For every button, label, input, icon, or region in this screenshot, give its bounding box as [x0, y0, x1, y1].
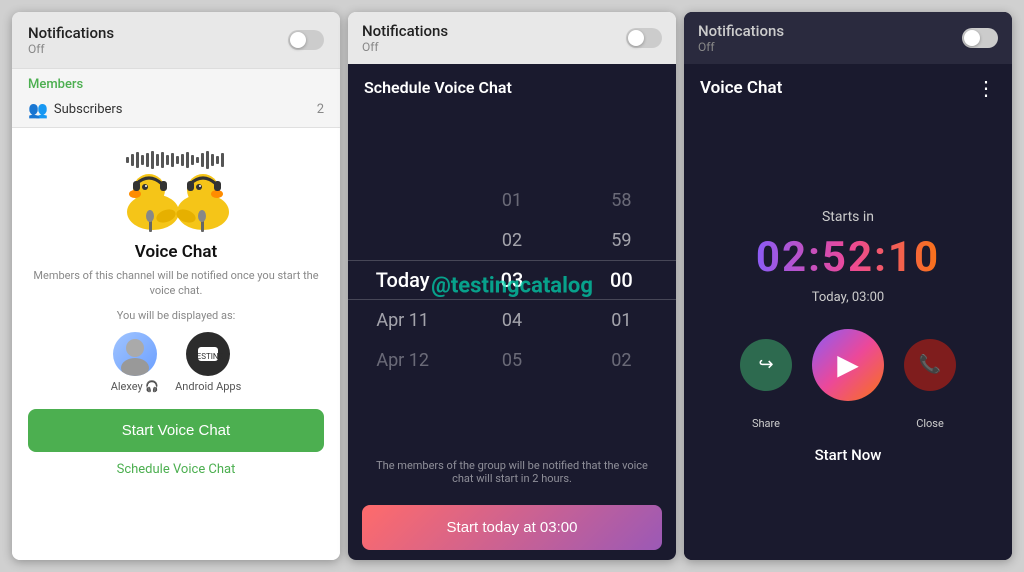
play-button[interactable]: ▶: [812, 329, 884, 401]
duck-illustration: [111, 144, 241, 234]
starts-in-label: Starts in: [822, 209, 874, 225]
picker-date-3: Apr 12: [348, 340, 457, 380]
notifications-title-s1: Notifications: [28, 24, 114, 42]
picker-date-0: [348, 180, 457, 220]
notifications-toggle-s2[interactable]: [626, 28, 662, 48]
voice-chat-title-s3: Voice Chat: [700, 78, 782, 98]
notifications-status-s2: Off: [362, 40, 448, 54]
picker-min-0: 58: [567, 180, 676, 220]
countdown-section: Starts in 02:52:10 Today, 03:00 ↪ ▶ 📞 Sh…: [684, 112, 1012, 560]
screen3: Notifications Off Voice Chat ⋮ Starts in…: [684, 12, 1012, 560]
date-column: Today Apr 11 Apr 12: [348, 180, 457, 380]
close-icon: 📞: [919, 354, 941, 375]
notifications-status-s1: Off: [28, 42, 114, 56]
voice-chat-desc: Members of this channel will be notified…: [28, 268, 324, 299]
notif-header-s1: Notifications Off: [12, 12, 340, 69]
subscribers-label: Subscribers: [54, 102, 123, 117]
action-buttons-row: ↪ ▶ 📞: [740, 329, 956, 401]
avatar-android: TESTING Android Apps: [175, 332, 241, 393]
picker-date-1: [348, 220, 457, 260]
duck-svg: [111, 144, 241, 234]
members-section: Members 👥 Subscribers 2: [12, 69, 340, 128]
minute-column: 58 59 00 01 02: [567, 180, 676, 380]
avatars-row: Alexey 🎧 TESTING Android Apps: [111, 332, 242, 393]
schedule-notice: The members of the group will be notifie…: [348, 449, 676, 495]
start-today-button[interactable]: Start today at 03:00: [362, 505, 662, 550]
voice-chat-title-s1: Voice Chat: [135, 242, 217, 262]
subscribers-row: 👥 Subscribers 2: [28, 92, 324, 119]
avatar-alexey: Alexey 🎧: [111, 332, 159, 393]
play-icon: ▶: [837, 348, 859, 381]
notifications-title-s3: Notifications: [698, 22, 784, 40]
time-picker[interactable]: Today Apr 11 Apr 12 01 02 03 04 05 58: [348, 111, 676, 449]
hour-column: 01 02 03 04 05: [457, 180, 566, 380]
members-label: Members: [28, 77, 324, 92]
picker-min-2: 01: [567, 300, 676, 340]
picker-date-2: Apr 11: [348, 300, 457, 340]
picker-hour-0: 01: [457, 180, 566, 220]
notif-header-text: Notifications Off: [28, 24, 114, 56]
picker-hour-2: 04: [457, 300, 566, 340]
share-button[interactable]: ↪: [740, 339, 792, 391]
start-voice-chat-button[interactable]: Start Voice Chat: [28, 409, 324, 452]
notif-header-s2: Notifications Off: [348, 12, 676, 64]
avatar-android-name: Android Apps: [175, 380, 241, 393]
close-button[interactable]: 📞: [904, 339, 956, 391]
picker-min-3: 02: [567, 340, 676, 380]
scheduled-time-label: Today, 03:00: [812, 290, 884, 305]
schedule-vc-title: Schedule Voice Chat: [348, 64, 676, 111]
screen2: Notifications Off Schedule Voice Chat To…: [348, 12, 676, 560]
notif-header-s3: Notifications Off: [684, 12, 1012, 64]
notifications-toggle-s1[interactable]: [288, 30, 324, 50]
subscribers-count: 2: [317, 102, 324, 117]
avatar-alexey-name: Alexey 🎧: [111, 380, 159, 393]
action-label-row: Share Close: [740, 417, 956, 430]
picker-hour-3: 05: [457, 340, 566, 380]
svg-text:TESTING: TESTING: [193, 352, 223, 361]
subscribers-icon: 👥: [28, 100, 48, 119]
picker-hour-1: 02: [457, 220, 566, 260]
screen1: Notifications Off Members 👥 Subscribers …: [12, 12, 340, 560]
share-label: Share: [740, 417, 792, 430]
picker-min-selected: 00: [567, 260, 676, 300]
displayed-as-label: You will be displayed as:: [117, 309, 236, 322]
share-icon: ↪: [758, 354, 773, 375]
notifications-title-s2: Notifications: [362, 22, 448, 40]
picker-hour-selected: 03: [457, 260, 566, 300]
close-label: Close: [904, 417, 956, 430]
picker-columns: Today Apr 11 Apr 12 01 02 03 04 05 58: [348, 180, 676, 380]
picker-min-1: 59: [567, 220, 676, 260]
more-options-icon[interactable]: ⋮: [976, 76, 996, 100]
notifications-status-s3: Off: [698, 40, 784, 54]
picker-date-selected: Today: [348, 260, 457, 300]
avatar-alexey-circle: [113, 332, 157, 376]
voice-chat-content: Voice Chat Members of this channel will …: [12, 128, 340, 560]
notifications-toggle-s3[interactable]: [962, 28, 998, 48]
schedule-voice-chat-link[interactable]: Schedule Voice Chat: [117, 462, 236, 477]
vc-header-row: Voice Chat ⋮: [684, 64, 1012, 112]
screen2-body: Schedule Voice Chat Today Apr 11 Apr 12: [348, 64, 676, 560]
start-now-label: Start Now: [815, 446, 882, 464]
avatar-android-circle: TESTING: [186, 332, 230, 376]
countdown-timer: 02:52:10: [756, 233, 940, 282]
